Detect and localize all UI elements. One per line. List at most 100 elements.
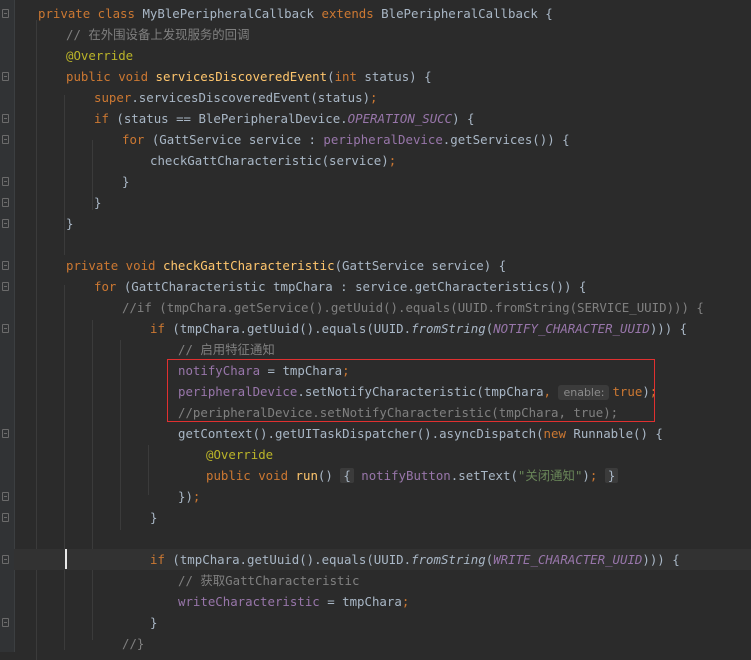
- fold-marker-icon[interactable]: [2, 555, 9, 564]
- fold-marker-icon[interactable]: [2, 114, 9, 123]
- code-token: //}: [122, 636, 145, 651]
- code-line[interactable]: //peripheralDevice.setNotifyCharacterist…: [14, 402, 751, 423]
- code-token: extends: [321, 6, 382, 21]
- code-token: .servicesDiscoveredEvent(status): [131, 90, 371, 105]
- fold-marker-icon[interactable]: [2, 177, 9, 186]
- code-token: "关闭通知": [517, 468, 583, 483]
- code-line[interactable]: super.servicesDiscoveredEvent(status);: [14, 87, 751, 108]
- code-token: @Override: [206, 447, 274, 462]
- code-line[interactable]: }: [14, 171, 751, 192]
- code-token: //if (tmpChara.getService().getUuid().eq…: [122, 300, 704, 315]
- fold-marker-icon[interactable]: [2, 513, 9, 522]
- fold-marker-icon[interactable]: [2, 198, 9, 207]
- code-line[interactable]: if (tmpChara.getUuid().equals(UUID.fromS…: [14, 318, 751, 339]
- code-token: .getServices()) {: [442, 132, 570, 147]
- fold-marker-icon[interactable]: [2, 261, 9, 270]
- fold-marker-icon[interactable]: [2, 324, 9, 333]
- code-token: // 获取GattCharacteristic: [178, 573, 360, 588]
- code-token: public void: [206, 468, 296, 483]
- code-line[interactable]: getContext().getUITaskDispatcher().async…: [14, 423, 751, 444]
- code-token: (): [317, 468, 341, 483]
- code-token: private void: [66, 258, 163, 273]
- code-token: public void: [66, 69, 156, 84]
- code-token: checkGattCharacteristic: [162, 258, 335, 273]
- fold-marker-icon[interactable]: [2, 9, 9, 18]
- code-token: status) {: [364, 69, 432, 84]
- code-line[interactable]: for (GattService service : peripheralDev…: [14, 129, 751, 150]
- code-token: ;: [649, 384, 658, 399]
- code-token: (GattService service) {: [334, 258, 507, 273]
- code-line[interactable]: @Override: [14, 444, 751, 465]
- code-token: true: [612, 384, 643, 399]
- editor-gutter: [0, 0, 15, 652]
- fold-marker-icon[interactable]: [2, 219, 9, 228]
- code-token: ): [582, 468, 590, 483]
- code-token: .setNotifyCharacteristic(tmpChara: [297, 384, 544, 399]
- code-token: checkGattCharacteristic(service): [150, 153, 389, 168]
- code-line[interactable]: // 在外围设备上发现服务的回调: [14, 24, 751, 45]
- code-token: fromString: [411, 321, 486, 336]
- code-token: ))) {: [642, 552, 680, 567]
- code-token: //peripheralDevice.setNotifyCharacterist…: [178, 405, 619, 420]
- code-token: // 启用特征通知: [178, 342, 275, 357]
- code-token: }: [150, 615, 158, 630]
- code-token: // 在外围设备上发现服务的回调: [66, 27, 250, 42]
- code-token: }: [94, 195, 102, 210]
- code-line[interactable]: public void run() { notifyButton.setText…: [14, 465, 751, 486]
- code-line[interactable]: private void checkGattCharacteristic(Gat…: [14, 255, 751, 276]
- folded-brace: {: [340, 468, 354, 483]
- code-token: (tmpChara.getUuid().equals(UUID.: [172, 321, 412, 336]
- code-line[interactable]: }: [14, 507, 751, 528]
- code-line[interactable]: [14, 234, 751, 255]
- code-line[interactable]: }: [14, 213, 751, 234]
- code-token: NOTIFY_CHARACTER_UUID: [493, 321, 650, 336]
- code-line[interactable]: public void servicesDiscoveredEvent(int …: [14, 66, 751, 87]
- code-token: fromString: [411, 552, 486, 567]
- code-token: ;: [342, 363, 350, 378]
- code-editor[interactable]: private class MyBlePeripheralCallback ex…: [14, 0, 751, 660]
- code-line[interactable]: writeCharacteristic = tmpChara;: [14, 591, 751, 612]
- code-token: BlePeripheralCallback {: [381, 6, 553, 21]
- code-token: }): [178, 489, 193, 504]
- code-token: notifyButton: [361, 468, 451, 483]
- code-token: getContext().getUITaskDispatcher().async…: [178, 426, 544, 441]
- code-line[interactable]: [14, 528, 751, 549]
- code-line[interactable]: private class MyBlePeripheralCallback ex…: [14, 3, 751, 24]
- code-token: servicesDiscoveredEvent: [155, 69, 328, 84]
- code-line[interactable]: for (GattCharacteristic tmpChara : servi…: [14, 276, 751, 297]
- fold-marker-icon[interactable]: [2, 429, 9, 438]
- code-token: ))) {: [649, 321, 688, 336]
- code-token: if: [150, 552, 173, 567]
- fold-marker-icon[interactable]: [2, 282, 9, 291]
- fold-marker-icon[interactable]: [2, 618, 9, 627]
- code-line[interactable]: @Override: [14, 45, 751, 66]
- fold-marker-icon[interactable]: [2, 492, 9, 501]
- code-line[interactable]: if (tmpChara.getUuid().equals(UUID.fromS…: [14, 549, 751, 570]
- code-line[interactable]: checkGattCharacteristic(service);: [14, 150, 751, 171]
- code-token: = tmpChara: [267, 363, 343, 378]
- code-token: (: [327, 69, 335, 84]
- code-token: (status == BlePeripheralDevice.: [116, 111, 348, 126]
- code-line[interactable]: //}: [14, 633, 751, 654]
- code-line[interactable]: // 获取GattCharacteristic: [14, 570, 751, 591]
- code-line[interactable]: }: [14, 612, 751, 633]
- code-token: WRITE_CHARACTER_UUID: [493, 552, 643, 567]
- code-line[interactable]: if (status == BlePeripheralDevice.OPERAT…: [14, 108, 751, 129]
- code-token: (GattCharacteristic tmpChara : service.g…: [123, 279, 587, 294]
- code-token: (tmpChara.getUuid().equals(UUID.: [172, 552, 412, 567]
- code-line[interactable]: peripheralDevice.setNotifyCharacteristic…: [14, 381, 751, 402]
- code-token: if: [150, 321, 173, 336]
- code-token: for: [94, 279, 124, 294]
- code-line[interactable]: notifyChara = tmpChara;: [14, 360, 751, 381]
- code-token: writeCharacteristic: [178, 594, 328, 609]
- code-token: new: [543, 426, 574, 441]
- fold-marker-icon[interactable]: [2, 135, 9, 144]
- code-line[interactable]: // 启用特征通知: [14, 339, 751, 360]
- fold-marker-icon[interactable]: [2, 72, 9, 81]
- code-line[interactable]: }: [14, 192, 751, 213]
- code-line[interactable]: //if (tmpChara.getService().getUuid().eq…: [14, 297, 751, 318]
- code-line[interactable]: });: [14, 486, 751, 507]
- folded-brace: }: [604, 468, 619, 483]
- code-token: Runnable() {: [573, 426, 663, 441]
